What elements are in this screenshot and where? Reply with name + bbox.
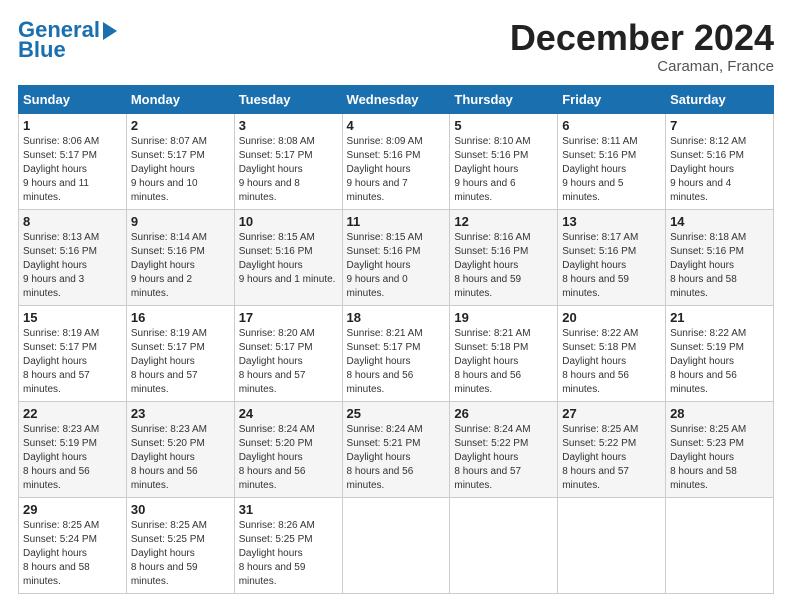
col-thursday: Thursday [450,85,558,113]
table-row: 11 Sunrise: 8:15 AM Sunset: 5:16 PM Dayl… [342,209,450,305]
calendar-table: Sunday Monday Tuesday Wednesday Thursday… [18,85,774,594]
table-row: 23 Sunrise: 8:23 AM Sunset: 5:20 PM Dayl… [126,401,234,497]
table-row: 4 Sunrise: 8:09 AM Sunset: 5:16 PM Dayli… [342,113,450,209]
month-title: December 2024 [510,18,774,58]
table-row: 10 Sunrise: 8:15 AM Sunset: 5:16 PM Dayl… [234,209,342,305]
table-row: 7 Sunrise: 8:12 AM Sunset: 5:16 PM Dayli… [666,113,774,209]
logo-arrow-icon [103,22,117,40]
col-tuesday: Tuesday [234,85,342,113]
calendar-week-row: 8 Sunrise: 8:13 AM Sunset: 5:16 PM Dayli… [19,209,774,305]
table-row: 2 Sunrise: 8:07 AM Sunset: 5:17 PM Dayli… [126,113,234,209]
table-row: 13 Sunrise: 8:17 AM Sunset: 5:16 PM Dayl… [558,209,666,305]
calendar-week-row: 29 Sunrise: 8:25 AM Sunset: 5:24 PM Dayl… [19,497,774,593]
col-wednesday: Wednesday [342,85,450,113]
page: General Blue December 2024 Caraman, Fran… [0,0,792,604]
table-row: 22 Sunrise: 8:23 AM Sunset: 5:19 PM Dayl… [19,401,127,497]
empty-cell [666,497,774,593]
table-row: 29 Sunrise: 8:25 AM Sunset: 5:24 PM Dayl… [19,497,127,593]
col-monday: Monday [126,85,234,113]
table-row: 20 Sunrise: 8:22 AM Sunset: 5:18 PM Dayl… [558,305,666,401]
col-saturday: Saturday [666,85,774,113]
table-row: 3 Sunrise: 8:08 AM Sunset: 5:17 PM Dayli… [234,113,342,209]
calendar-week-row: 22 Sunrise: 8:23 AM Sunset: 5:19 PM Dayl… [19,401,774,497]
table-row: 28 Sunrise: 8:25 AM Sunset: 5:23 PM Dayl… [666,401,774,497]
table-row: 27 Sunrise: 8:25 AM Sunset: 5:22 PM Dayl… [558,401,666,497]
logo-blue-text: Blue [18,38,66,62]
table-row: 16 Sunrise: 8:19 AM Sunset: 5:17 PM Dayl… [126,305,234,401]
table-row: 18 Sunrise: 8:21 AM Sunset: 5:17 PM Dayl… [342,305,450,401]
location: Caraman, France [510,58,774,75]
table-row: 5 Sunrise: 8:10 AM Sunset: 5:16 PM Dayli… [450,113,558,209]
empty-cell [342,497,450,593]
table-row: 8 Sunrise: 8:13 AM Sunset: 5:16 PM Dayli… [19,209,127,305]
title-block: December 2024 Caraman, France [510,18,774,75]
table-row: 1 Sunrise: 8:06 AM Sunset: 5:17 PM Dayli… [19,113,127,209]
table-row: 6 Sunrise: 8:11 AM Sunset: 5:16 PM Dayli… [558,113,666,209]
table-row: 24 Sunrise: 8:24 AM Sunset: 5:20 PM Dayl… [234,401,342,497]
table-row: 25 Sunrise: 8:24 AM Sunset: 5:21 PM Dayl… [342,401,450,497]
table-row: 19 Sunrise: 8:21 AM Sunset: 5:18 PM Dayl… [450,305,558,401]
calendar-week-row: 15 Sunrise: 8:19 AM Sunset: 5:17 PM Dayl… [19,305,774,401]
header: General Blue December 2024 Caraman, Fran… [18,18,774,75]
table-row: 17 Sunrise: 8:20 AM Sunset: 5:17 PM Dayl… [234,305,342,401]
col-friday: Friday [558,85,666,113]
calendar-header-row: Sunday Monday Tuesday Wednesday Thursday… [19,85,774,113]
table-row: 14 Sunrise: 8:18 AM Sunset: 5:16 PM Dayl… [666,209,774,305]
table-row: 31 Sunrise: 8:26 AM Sunset: 5:25 PM Dayl… [234,497,342,593]
col-sunday: Sunday [19,85,127,113]
table-row: 12 Sunrise: 8:16 AM Sunset: 5:16 PM Dayl… [450,209,558,305]
logo: General Blue [18,18,117,62]
empty-cell [450,497,558,593]
table-row: 26 Sunrise: 8:24 AM Sunset: 5:22 PM Dayl… [450,401,558,497]
table-row: 9 Sunrise: 8:14 AM Sunset: 5:16 PM Dayli… [126,209,234,305]
table-row: 21 Sunrise: 8:22 AM Sunset: 5:19 PM Dayl… [666,305,774,401]
calendar-week-row: 1 Sunrise: 8:06 AM Sunset: 5:17 PM Dayli… [19,113,774,209]
table-row: 15 Sunrise: 8:19 AM Sunset: 5:17 PM Dayl… [19,305,127,401]
table-row: 30 Sunrise: 8:25 AM Sunset: 5:25 PM Dayl… [126,497,234,593]
empty-cell [558,497,666,593]
